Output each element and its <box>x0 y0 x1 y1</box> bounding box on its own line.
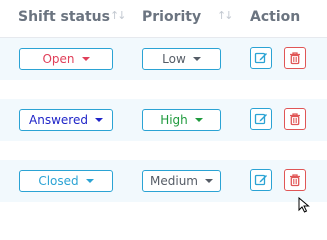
delete-button[interactable] <box>284 108 306 130</box>
status-dropdown[interactable]: Closed <box>19 170 113 192</box>
column-header-action: Action <box>250 9 301 25</box>
edit-button[interactable] <box>250 108 272 130</box>
caret-down-icon <box>204 179 213 183</box>
delete-button[interactable] <box>284 169 306 191</box>
status-dropdown-value: Open <box>42 52 75 66</box>
edit-icon <box>254 113 267 125</box>
mouse-pointer-icon <box>298 197 310 213</box>
delete-button[interactable] <box>284 47 306 69</box>
trash-icon <box>290 52 300 65</box>
status-dropdown[interactable]: Answered <box>19 109 113 131</box>
priority-dropdown-value: Medium <box>150 174 198 188</box>
caret-down-icon <box>192 57 201 61</box>
priority-dropdown[interactable]: High <box>142 109 221 131</box>
table-row: Closed Medium <box>0 160 327 202</box>
table-row: Answered High <box>0 99 327 141</box>
priority-dropdown-value: High <box>160 113 188 127</box>
status-dropdown-value: Answered <box>29 113 88 127</box>
edit-icon <box>254 52 267 64</box>
sort-icon[interactable]: ↑↓ <box>110 9 127 22</box>
column-header-priority[interactable]: Priority <box>142 9 201 25</box>
caret-down-icon <box>94 118 103 122</box>
table-row: Open Low <box>0 38 327 80</box>
trash-icon <box>290 113 300 126</box>
edit-button[interactable] <box>250 47 272 69</box>
caret-down-icon <box>81 57 90 61</box>
sort-icon[interactable]: ↑↓ <box>217 9 234 22</box>
trash-icon <box>290 174 300 187</box>
column-header-shift-status[interactable]: Shift status <box>18 9 110 25</box>
caret-down-icon <box>194 118 203 122</box>
priority-dropdown[interactable]: Medium <box>142 170 221 192</box>
edit-icon <box>254 174 267 186</box>
priority-dropdown[interactable]: Low <box>142 48 221 70</box>
status-dropdown-value: Closed <box>38 174 79 188</box>
priority-dropdown-value: Low <box>162 52 186 66</box>
caret-down-icon <box>85 179 94 183</box>
table-header: Shift status ↑↓ Priority ↑↓ Action <box>0 0 327 38</box>
status-dropdown[interactable]: Open <box>19 48 113 70</box>
edit-button[interactable] <box>250 169 272 191</box>
